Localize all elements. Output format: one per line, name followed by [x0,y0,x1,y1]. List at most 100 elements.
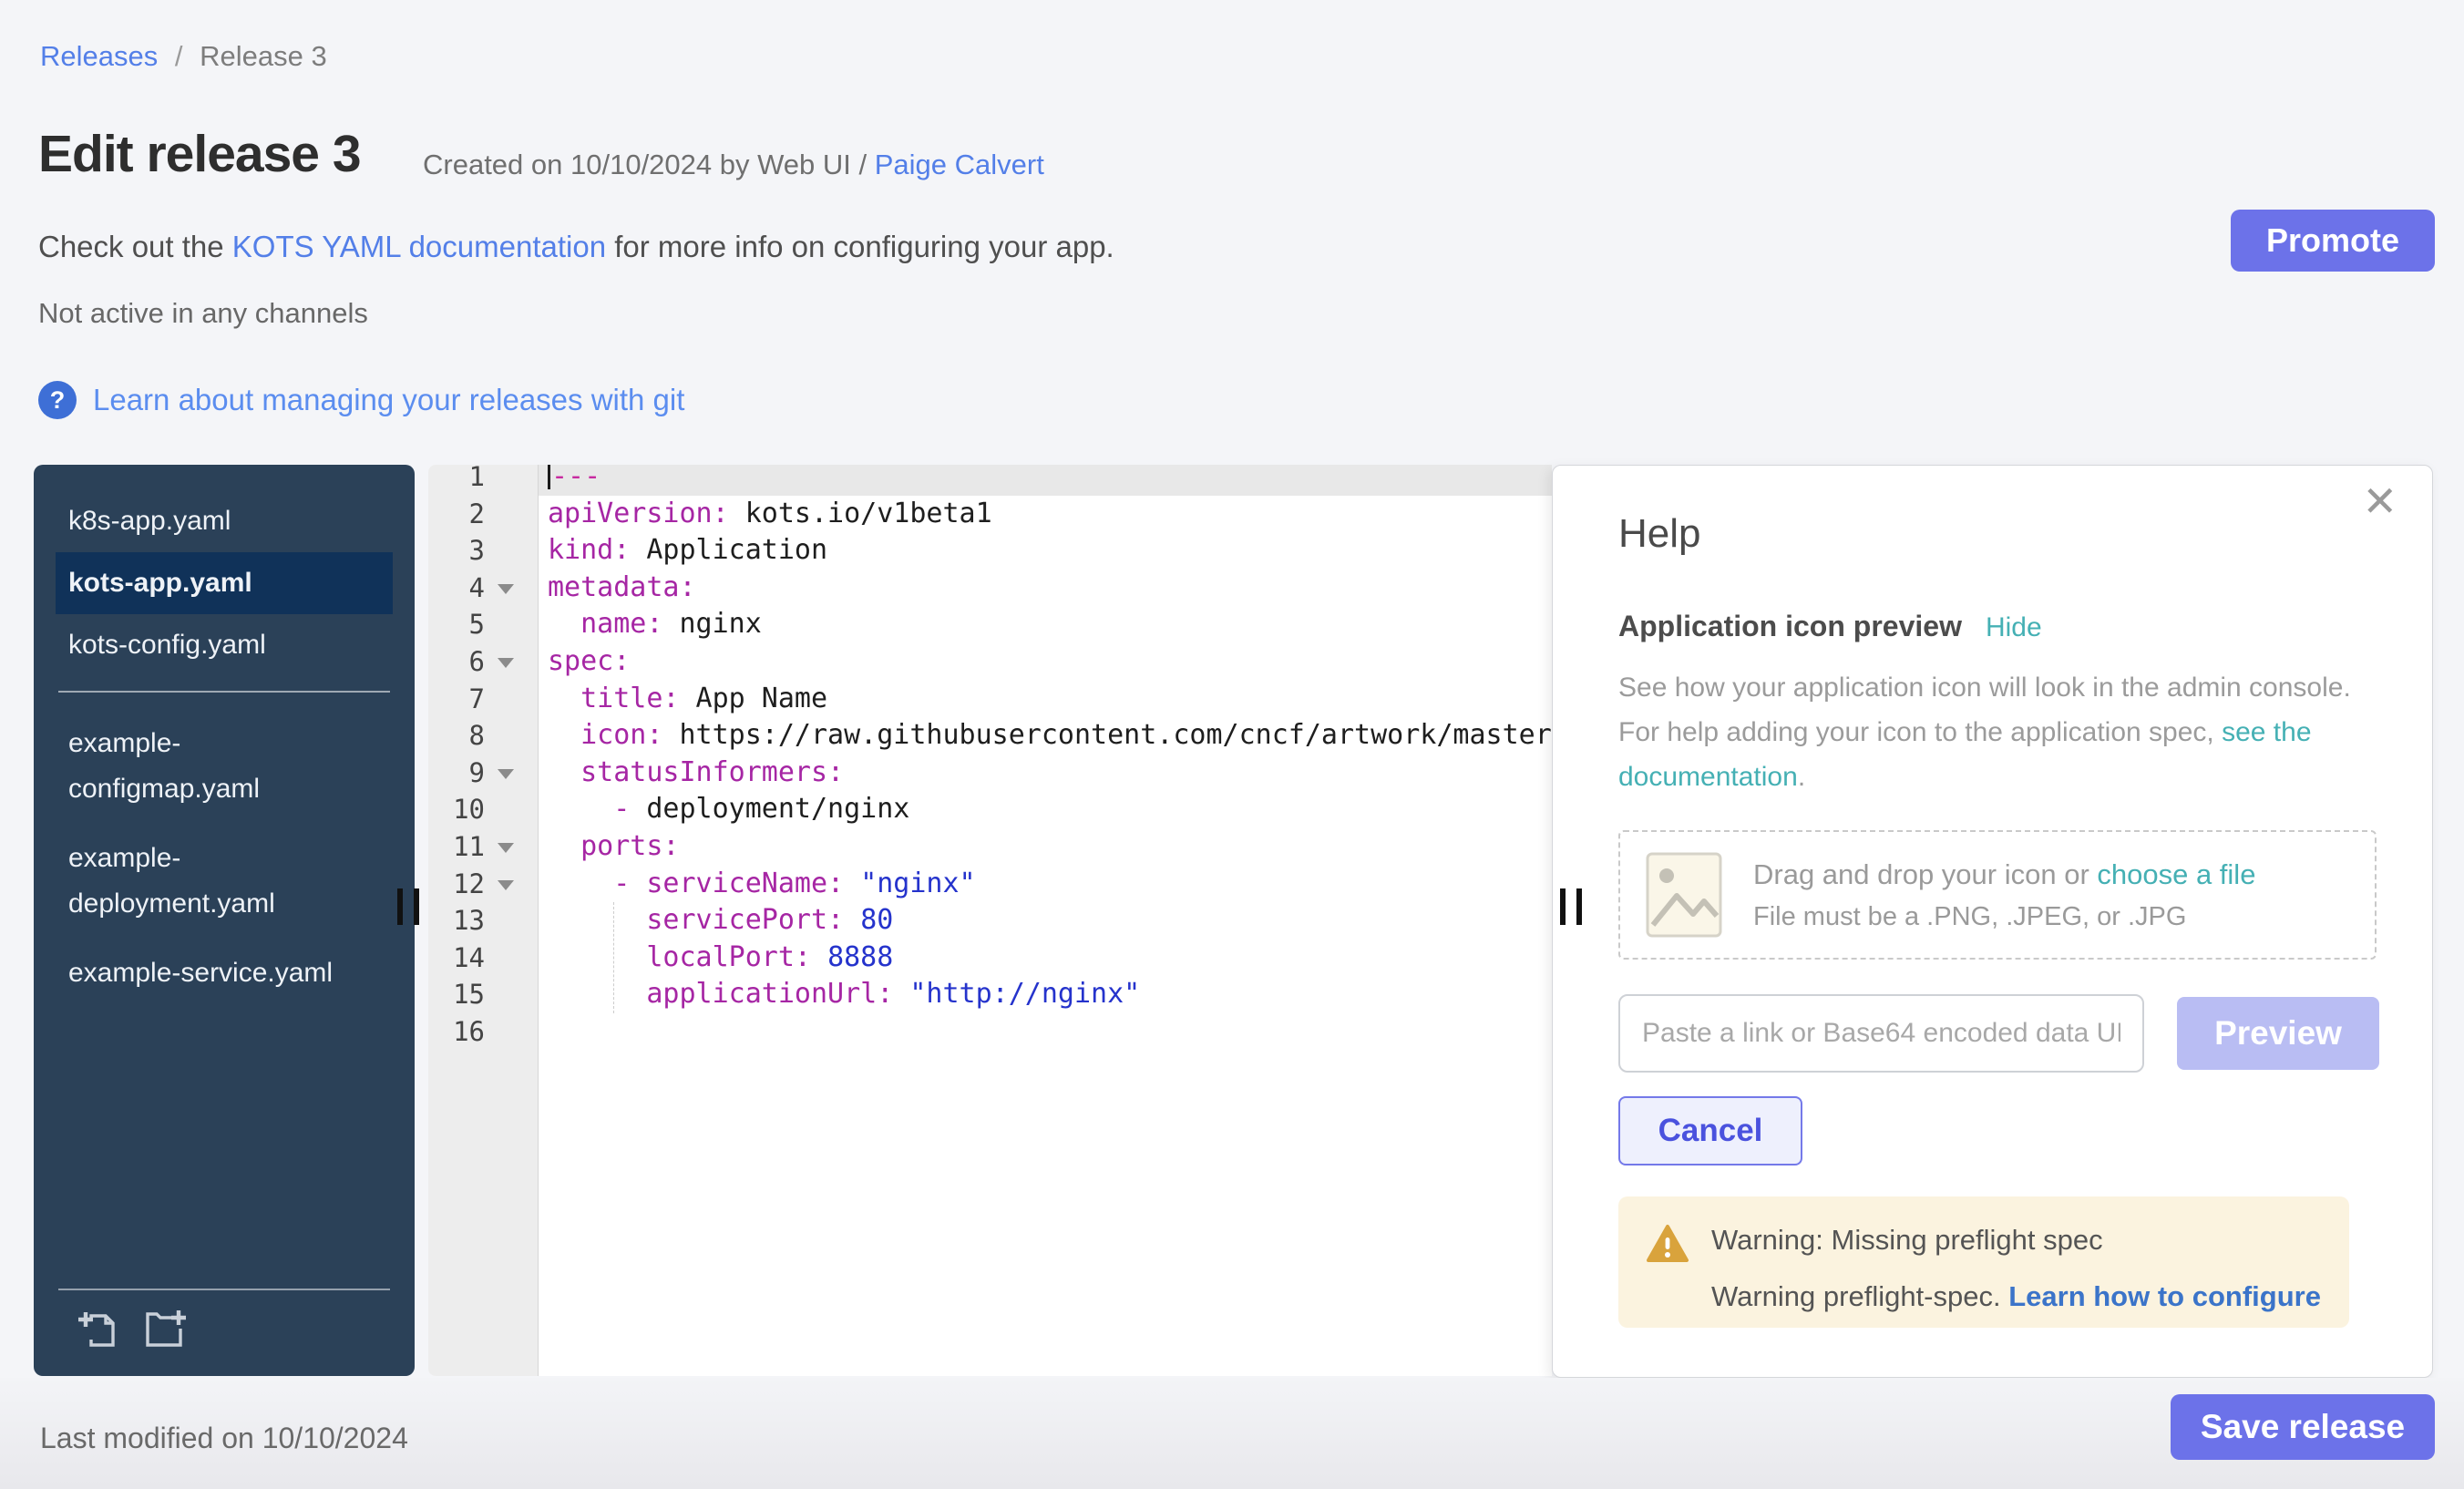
code-line-16[interactable]: 16 [428,1013,1552,1051]
fold-arrow-icon[interactable] [498,584,514,594]
code-line-10[interactable]: 10 - deployment/nginx [428,791,1552,828]
line-number: 10 [428,791,485,828]
fold-arrow-icon[interactable] [498,843,514,853]
line-number: 3 [428,532,485,570]
code-text: icon: https://raw.githubusercontent.com/… [539,717,1552,755]
warning-triangle-icon [1646,1224,1689,1264]
docs-text-after: for more info on configuring your app. [606,230,1114,263]
line-number: 7 [428,681,485,718]
line-number: 6 [428,643,485,681]
icon-preview-section-header: Application icon preview Hide [1618,610,2379,643]
code-text: servicePort: 80 [539,902,1552,940]
sidebar-item-k8s-app.yaml[interactable]: k8s-app.yaml [56,490,382,552]
code-text [539,1013,1552,1051]
code-line-15[interactable]: 15 applicationUrl: "http://nginx" [428,976,1552,1013]
code-line-2[interactable]: 2 apiVersion: kots.io/v1beta1 [428,496,1552,533]
code-line-9[interactable]: 9 statusInformers: [428,755,1552,792]
code-line-14[interactable]: 14 localPort: 8888 [428,940,1552,977]
created-line: Created on 10/10/2024 by Web UI / Paige … [423,149,1044,181]
line-number: 14 [428,940,485,977]
code-text: applicationUrl: "http://nginx" [539,976,1552,1013]
fold-arrow-icon[interactable] [498,880,514,890]
code-line-6[interactable]: 6 spec: [428,643,1552,681]
code-line-7[interactable]: 7 title: App Name [428,681,1552,718]
line-number: 12 [428,866,485,903]
promote-button[interactable]: Promote [2231,210,2435,272]
help-panel-content: Help Application icon preview Hide See h… [1553,466,2432,1328]
question-mark-icon: ? [38,381,77,419]
save-release-button[interactable]: Save release [2171,1394,2435,1460]
kots-yaml-docs-link[interactable]: KOTS YAML documentation [232,230,606,263]
dropzone-text: Drag and drop your icon or choose a file… [1753,858,2255,932]
channel-status: Not active in any channels [38,297,368,330]
help-panel: ✕ Help Application icon preview Hide See… [1552,465,2433,1378]
line-number: 4 [428,570,485,607]
line-number: 9 [428,755,485,792]
sidebar-item-example-deployment.yaml[interactable]: example-deployment.yaml [56,824,382,939]
code-line-12[interactable]: 12 - serviceName: "nginx" [428,866,1552,903]
breadcrumb-current: Release 3 [200,40,327,72]
created-by-link[interactable]: Paige Calvert [875,149,1044,180]
help-title: Help [1618,511,2379,557]
editor-help-resize-handle[interactable] [1560,888,1582,925]
warning-detail-text: Warning preflight-spec. [1711,1280,2008,1312]
code-text: apiVersion: kots.io/v1beta1 [539,496,1552,533]
line-number: 8 [428,717,485,755]
code-text: metadata: [539,570,1552,607]
line-number: 15 [428,976,485,1013]
warning-texts: Warning: Missing preflight spec Warning … [1711,1224,2321,1313]
fold-arrow-icon[interactable] [498,658,514,668]
git-help-link[interactable]: Learn about managing your releases with … [93,383,684,417]
new-file-icon[interactable] [77,1309,120,1352]
dropzone-line1: Drag and drop your icon or choose a file [1753,858,2255,891]
sidebar-item-example-service.yaml[interactable]: example-service.yaml [56,939,382,1008]
code-text: kind: Application [539,532,1552,570]
sidebar-file-list-bottom: example-configmap.yamlexample-deployment… [34,709,415,1008]
code-line-4[interactable]: 4 metadata: [428,570,1552,607]
icon-dropzone[interactable]: Drag and drop your icon or choose a file… [1618,830,2377,960]
line-number: 16 [428,1013,485,1051]
icon-preview-title: Application icon preview [1618,610,1962,643]
last-modified-text: Last modified on 10/10/2024 [40,1422,408,1455]
created-text: Created on 10/10/2024 by Web UI / [423,149,875,180]
page-title: Edit release 3 [38,124,361,184]
sidebar-item-kots-config.yaml[interactable]: kots-config.yaml [56,614,382,676]
yaml-editor[interactable]: 1---2 apiVersion: kots.io/v1beta1 3 kind: A… [428,465,1552,1376]
image-placeholder-icon [1646,852,1722,938]
dropzone-file-types: File must be a .PNG, .JPEG, or .JPG [1753,902,2255,932]
preflight-warning-box: Warning: Missing preflight spec Warning … [1618,1196,2349,1328]
code-line-11[interactable]: 11 ports: [428,828,1552,866]
sidebar-file-list-top: k8s-app.yamlkots-app.yamlkots-config.yam… [34,465,415,676]
code-lines: 1---2 apiVersion: kots.io/v1beta1 3 kind: A… [428,465,1552,1051]
docs-text-before: Check out the [38,230,232,263]
breadcrumb-releases-link[interactable]: Releases [40,40,158,72]
hide-link[interactable]: Hide [1986,612,2042,643]
edit-release-page: Releases / Release 3 Edit release 3 Crea… [0,0,2464,1489]
learn-how-to-configure-link[interactable]: Learn how to configure [2008,1280,2321,1312]
preview-button[interactable]: Preview [2177,997,2379,1070]
warning-detail: Warning preflight-spec. Learn how to con… [1711,1280,2321,1313]
code-text: spec: [539,643,1552,681]
sidebar-divider [58,691,390,693]
description-text-after: . [1798,762,1805,792]
sidebar-item-kots-app.yaml[interactable]: kots-app.yaml [56,552,393,614]
code-line-8[interactable]: 8 icon: https://raw.githubusercontent.co… [428,717,1552,755]
icon-url-input[interactable] [1618,994,2144,1073]
breadcrumb: Releases / Release 3 [40,40,327,73]
code-line-1[interactable]: 1--- [428,465,1552,496]
sidebar-footer [58,1289,390,1376]
code-line-5[interactable]: 5 name: nginx [428,606,1552,643]
code-text: statusInformers: [539,755,1552,792]
code-text: title: App Name [539,681,1552,718]
sidebar-editor-resize-handle[interactable] [397,888,419,925]
sidebar-item-example-configmap.yaml[interactable]: example-configmap.yaml [56,709,382,824]
cancel-button[interactable]: Cancel [1618,1096,1802,1166]
line-number: 2 [428,496,485,533]
fold-arrow-icon[interactable] [498,769,514,779]
close-icon[interactable]: ✕ [2362,480,2397,522]
code-line-3[interactable]: 3 kind: Application [428,532,1552,570]
code-text: ports: [539,828,1552,866]
code-line-13[interactable]: 13 servicePort: 80 [428,902,1552,940]
choose-file-link[interactable]: choose a file [2097,858,2255,890]
new-folder-icon[interactable] [144,1309,188,1352]
